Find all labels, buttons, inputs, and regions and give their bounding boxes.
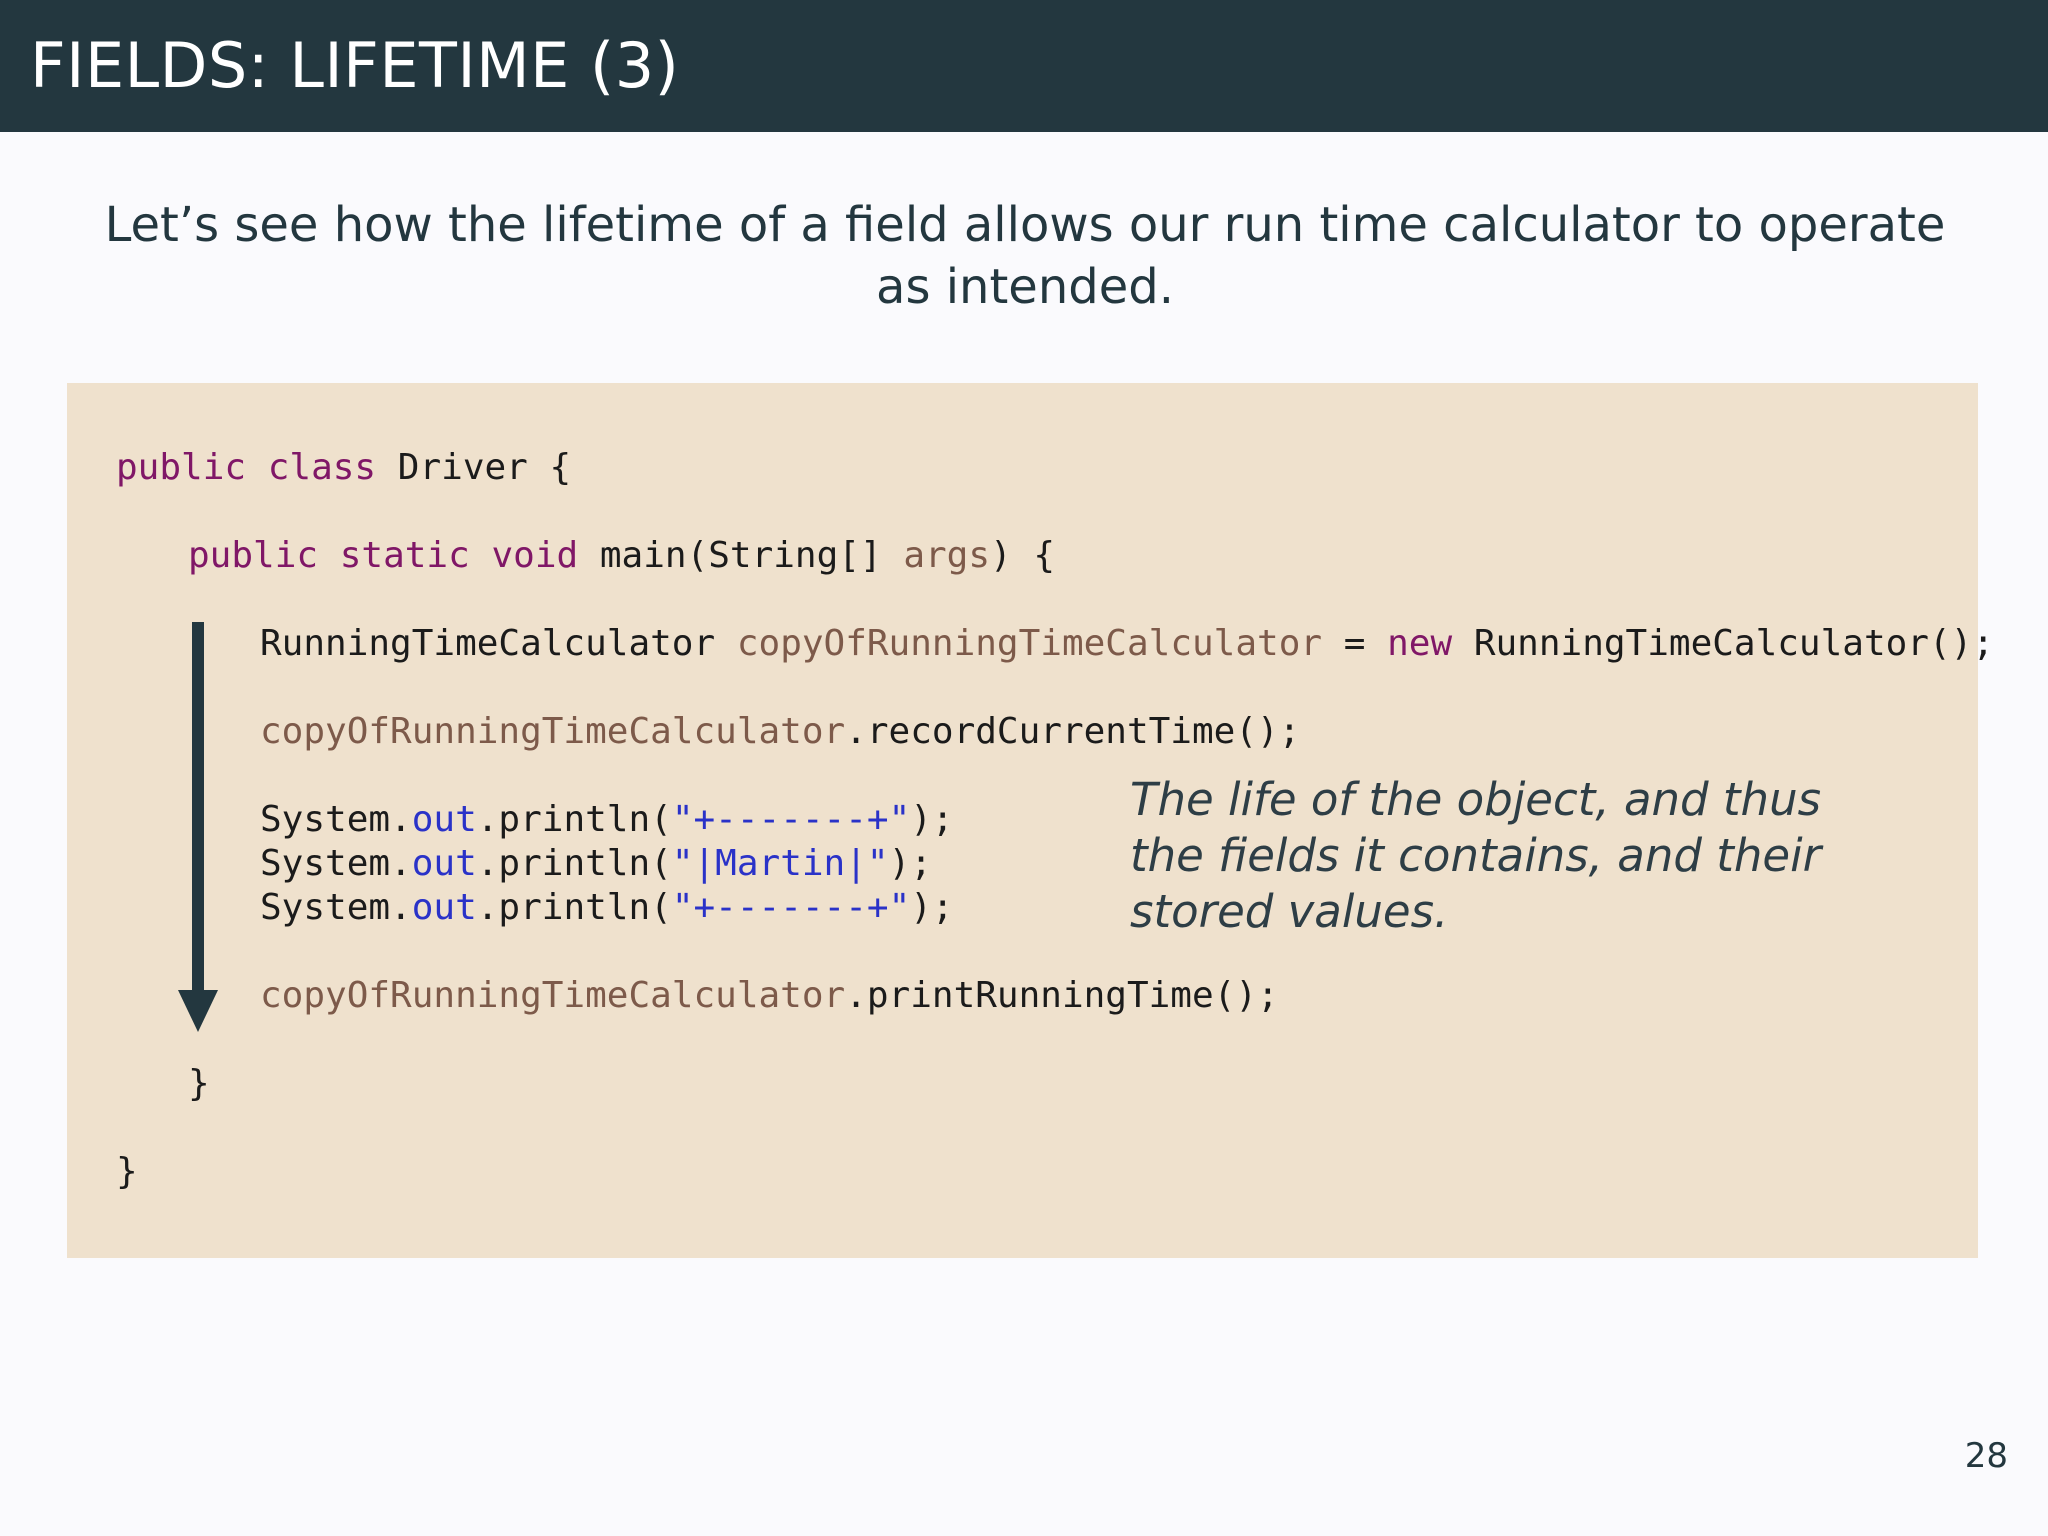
slide-title: FIELDS: LIFETIME (3) [30, 29, 680, 102]
code-line-print-running-time: copyOfRunningTimeCalculator.printRunning… [260, 974, 1279, 1018]
string-literal: "|Martin|" [671, 843, 889, 884]
code-line-class-decl: public class Driver { [116, 446, 571, 490]
system-ref: System. [260, 799, 412, 840]
code-line-close-class: } [116, 1150, 138, 1194]
brace: } [188, 1063, 210, 1104]
keyword: public [116, 447, 247, 488]
code-line-record-time: copyOfRunningTimeCalculator.recordCurren… [260, 710, 1300, 754]
keyword: static [339, 535, 470, 576]
keyword: new [1387, 623, 1453, 664]
operator: = [1343, 623, 1366, 664]
method-signature: main(String[] [599, 535, 882, 576]
brace: ) { [990, 535, 1056, 576]
string-literal: "+-------+" [671, 799, 911, 840]
keyword: public [188, 535, 319, 576]
method-call: .println( [476, 887, 672, 928]
system-ref: System. [260, 843, 412, 884]
brace: { [549, 447, 572, 488]
code-line-println: System.out.println("+-------+"); [260, 798, 954, 842]
system-ref: System. [260, 887, 412, 928]
brace: } [116, 1151, 138, 1192]
field-ref: out [411, 887, 477, 928]
variable-name: copyOfRunningTimeCalculator [260, 711, 846, 752]
lifetime-annotation: The life of the object, and thus the fie… [1130, 773, 1822, 938]
field-ref: out [411, 799, 477, 840]
keyword: void [491, 535, 579, 576]
punctuation: ); [888, 843, 932, 884]
param-name: args [903, 535, 991, 576]
method-call: .printRunningTime(); [845, 975, 1279, 1016]
class-name: Driver [397, 447, 528, 488]
constructor-call: RunningTimeCalculator(); [1473, 623, 1994, 664]
code-line-println: System.out.println("|Martin|"); [260, 842, 932, 886]
slide-header: FIELDS: LIFETIME (3) [0, 0, 2048, 132]
punctuation: ); [910, 799, 954, 840]
code-line-instantiation: RunningTimeCalculator copyOfRunningTimeC… [260, 622, 1994, 666]
punctuation: ); [910, 887, 954, 928]
code-line-close-main: } [188, 1062, 210, 1106]
variable-name: copyOfRunningTimeCalculator [260, 975, 846, 1016]
method-call: .println( [476, 843, 672, 884]
variable-name: copyOfRunningTimeCalculator [736, 623, 1323, 664]
arrow-down-icon [178, 622, 218, 1032]
code-line-println: System.out.println("+-------+"); [260, 886, 954, 930]
field-ref: out [411, 843, 477, 884]
method-call: .recordCurrentTime(); [845, 711, 1301, 752]
code-line-main-decl: public static void main(String[] args) { [188, 534, 1055, 578]
page-number: 28 [1964, 1436, 2008, 1476]
string-literal: "+-------+" [671, 887, 911, 928]
method-call: .println( [476, 799, 672, 840]
type-name: RunningTimeCalculator [260, 623, 716, 664]
slide-subtitle: Let’s see how the lifetime of a field al… [104, 197, 1946, 315]
keyword: class [267, 447, 377, 488]
